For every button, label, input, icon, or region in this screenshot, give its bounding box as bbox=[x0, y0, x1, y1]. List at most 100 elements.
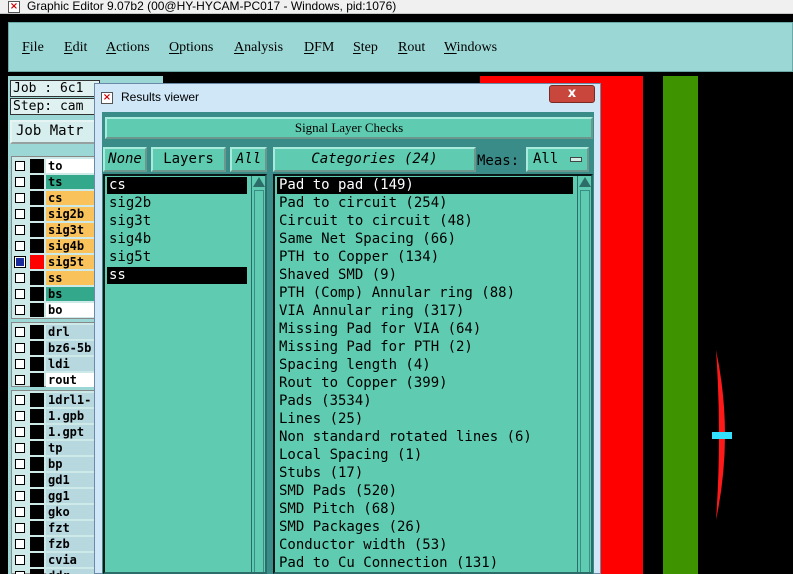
scroll-trough[interactable] bbox=[580, 190, 590, 572]
layer-row[interactable]: sig2b bbox=[12, 206, 102, 222]
layer-checkbox[interactable] bbox=[15, 209, 25, 219]
layer-checkbox[interactable] bbox=[15, 343, 25, 353]
menu-analysis[interactable]: Analysis bbox=[234, 40, 283, 56]
layer-checkbox[interactable] bbox=[15, 225, 25, 235]
category-list-item[interactable]: Local Spacing (1) bbox=[277, 447, 573, 464]
layer-row[interactable]: gd1 bbox=[12, 472, 102, 488]
layer-checkbox[interactable] bbox=[14, 256, 26, 268]
category-list-item[interactable]: Pads (3534) bbox=[277, 393, 573, 410]
layer-checkbox[interactable] bbox=[15, 375, 25, 385]
menu-edit[interactable]: Edit bbox=[64, 40, 87, 56]
layer-row[interactable]: bs bbox=[12, 286, 102, 302]
layer-checkbox[interactable] bbox=[15, 491, 25, 501]
scroll-up-icon[interactable] bbox=[253, 177, 265, 187]
layer-list-item[interactable]: ss bbox=[107, 267, 247, 284]
layer-color-swatch[interactable] bbox=[30, 303, 44, 317]
category-list-item[interactable]: Pad to pad (149) bbox=[277, 177, 573, 194]
layer-row[interactable]: fzt bbox=[12, 520, 102, 536]
layer-color-swatch[interactable] bbox=[30, 373, 44, 387]
layer-color-swatch[interactable] bbox=[30, 223, 44, 237]
layer-checkbox[interactable] bbox=[15, 327, 25, 337]
layer-color-swatch[interactable] bbox=[30, 521, 44, 535]
layer-row[interactable]: drl bbox=[12, 324, 102, 340]
layer-row[interactable]: gko bbox=[12, 504, 102, 520]
category-list-item[interactable]: SMD Pitch (68) bbox=[277, 501, 573, 518]
layer-checkbox[interactable] bbox=[15, 273, 25, 283]
none-button[interactable]: None bbox=[103, 147, 147, 172]
layer-checkbox[interactable] bbox=[15, 241, 25, 251]
layer-row[interactable]: bo bbox=[12, 302, 102, 318]
layer-row[interactable]: 1.gpt bbox=[12, 424, 102, 440]
layer-color-swatch[interactable] bbox=[30, 569, 44, 574]
layer-checkbox[interactable] bbox=[15, 395, 25, 405]
job-matrix-button[interactable]: Job Matr bbox=[10, 120, 102, 144]
layer-checkbox[interactable] bbox=[15, 475, 25, 485]
layer-row[interactable]: cvia bbox=[12, 552, 102, 568]
layer-color-swatch[interactable] bbox=[30, 357, 44, 371]
categories-scrollbar[interactable] bbox=[577, 176, 591, 572]
layer-color-swatch[interactable] bbox=[30, 457, 44, 471]
category-list-item[interactable]: Stubs (17) bbox=[277, 465, 573, 482]
category-list-item[interactable]: Conductor width (53) bbox=[277, 537, 573, 554]
all-button[interactable]: All bbox=[230, 147, 267, 172]
layer-color-swatch[interactable] bbox=[30, 441, 44, 455]
layer-color-swatch[interactable] bbox=[30, 473, 44, 487]
layer-checkbox[interactable] bbox=[15, 539, 25, 549]
category-list-item[interactable]: Shaved SMD (9) bbox=[277, 267, 573, 284]
layer-checkbox[interactable] bbox=[15, 523, 25, 533]
menu-rout[interactable]: Rout bbox=[398, 40, 425, 56]
layer-color-swatch[interactable] bbox=[30, 341, 44, 355]
category-list-item[interactable]: Rout to Copper (399) bbox=[277, 375, 573, 392]
layer-color-swatch[interactable] bbox=[30, 207, 44, 221]
categories-list[interactable]: Pad to pad (149) Pad to circuit (254) Circ… bbox=[273, 174, 593, 574]
layer-list-item[interactable]: sig3t bbox=[107, 213, 247, 230]
layer-list-item[interactable]: sig5t bbox=[107, 249, 247, 266]
layer-checkbox[interactable] bbox=[15, 193, 25, 203]
category-list-item[interactable]: PTH (Comp) Annular ring (88) bbox=[277, 285, 573, 302]
category-list-item[interactable]: Missing Pad for PTH (2) bbox=[277, 339, 573, 356]
layer-row[interactable]: 1.gpb bbox=[12, 408, 102, 424]
layer-checkbox[interactable] bbox=[15, 555, 25, 565]
layer-checkbox[interactable] bbox=[15, 305, 25, 315]
layers-list[interactable]: cs sig2b sig3t sig4b sig5t ss bbox=[103, 174, 267, 574]
layer-color-swatch[interactable] bbox=[30, 271, 44, 285]
layer-checkbox[interactable] bbox=[15, 359, 25, 369]
layer-row[interactable]: ldi bbox=[12, 356, 102, 372]
scroll-up-icon[interactable] bbox=[579, 177, 591, 187]
layers-button[interactable]: Layers bbox=[151, 147, 226, 172]
meas-select[interactable]: All bbox=[526, 147, 589, 172]
layer-row[interactable]: sig5t bbox=[12, 254, 102, 270]
layer-row[interactable]: 1drl1- bbox=[12, 392, 102, 408]
category-list-item[interactable]: Spacing length (4) bbox=[277, 357, 573, 374]
layer-color-swatch[interactable] bbox=[30, 409, 44, 423]
category-list-item[interactable]: Circuit to circuit (48) bbox=[277, 213, 573, 230]
layer-row[interactable]: bp bbox=[12, 456, 102, 472]
category-list-item[interactable]: Pad to circuit (254) bbox=[277, 195, 573, 212]
menu-windows[interactable]: Windows bbox=[444, 40, 497, 56]
layer-row[interactable]: cs bbox=[12, 190, 102, 206]
menu-file[interactable]: File bbox=[22, 40, 44, 56]
layer-row[interactable]: sig3t bbox=[12, 222, 102, 238]
menu-step[interactable]: Step bbox=[353, 40, 378, 56]
layer-color-swatch[interactable] bbox=[30, 553, 44, 567]
layer-checkbox[interactable] bbox=[15, 411, 25, 421]
category-list-item[interactable]: Lines (25) bbox=[277, 411, 573, 428]
layer-checkbox[interactable] bbox=[15, 161, 25, 171]
layer-row[interactable]: rout bbox=[12, 372, 102, 388]
layer-row[interactable]: ss bbox=[12, 270, 102, 286]
category-list-item[interactable]: Missing Pad for VIA (64) bbox=[277, 321, 573, 338]
categories-button[interactable]: Categories (24) bbox=[273, 147, 476, 172]
category-list-item[interactable]: SMD Pads (520) bbox=[277, 483, 573, 500]
layer-row[interactable]: sig4b bbox=[12, 238, 102, 254]
layer-checkbox[interactable] bbox=[15, 427, 25, 437]
layer-checkbox[interactable] bbox=[15, 177, 25, 187]
layer-list-item[interactable]: sig4b bbox=[107, 231, 247, 248]
layer-color-swatch[interactable] bbox=[30, 239, 44, 253]
layer-row[interactable]: gg1 bbox=[12, 488, 102, 504]
layer-color-swatch[interactable] bbox=[30, 425, 44, 439]
layer-color-swatch[interactable] bbox=[30, 191, 44, 205]
category-list-item[interactable]: Same Net Spacing (66) bbox=[277, 231, 573, 248]
layer-list-item[interactable]: cs bbox=[107, 177, 247, 194]
layer-checkbox[interactable] bbox=[15, 507, 25, 517]
category-list-item[interactable]: Non standard rotated lines (6) bbox=[277, 429, 573, 446]
